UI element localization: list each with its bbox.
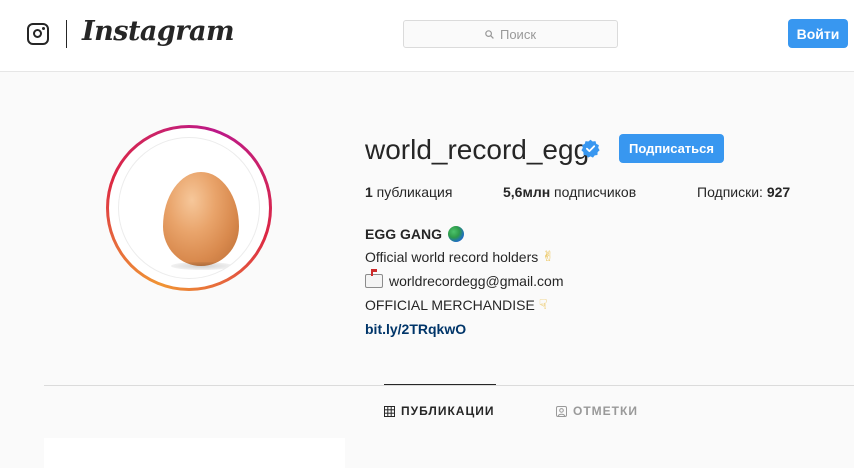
login-button[interactable]: Войти (788, 19, 848, 48)
followers-label: подписчиков (550, 184, 637, 200)
bio-name-text: EGG GANG (365, 226, 443, 242)
posts-count-stat: 1 публикация (365, 184, 452, 200)
following-label: Подписки: (697, 184, 767, 200)
profile-avatar-ring[interactable] (106, 125, 272, 291)
tab-posts[interactable]: ПУБЛИКАЦИИ (384, 404, 494, 418)
followers-stat[interactable]: 5,6млн подписчиков (503, 184, 636, 200)
following-count: 927 (766, 184, 791, 200)
victory-hand-icon: ✌ (542, 249, 554, 265)
search-icon (485, 29, 494, 39)
avatar-gap (109, 128, 269, 288)
profile-username: world_record_egg (365, 134, 590, 165)
verified-badge-icon (581, 139, 600, 158)
mailbox-icon (365, 269, 383, 288)
instagram-wordmark[interactable]: Instagram (82, 16, 235, 47)
followers-count: 5,6млн (503, 184, 551, 200)
tabs-divider (44, 385, 854, 386)
egg-photo (163, 172, 239, 266)
posts-count: 1 (365, 184, 373, 200)
search-placeholder: Поиск (499, 26, 537, 42)
globe-icon (448, 226, 465, 242)
bio-email-text: worldrecordegg@gmail.com (389, 273, 564, 289)
bio-website-link[interactable]: bit.ly/2TRqkwO (365, 321, 466, 337)
pointing-down-hand-icon: ☟ (538, 297, 548, 313)
bio-line-3-text: OFFICIAL MERCHANDISE (365, 297, 535, 313)
tab-tagged-label: ОТМЕТКИ (573, 404, 638, 418)
post-thumbnail[interactable] (44, 438, 345, 468)
bio-full-name: EGG GANG (365, 226, 465, 242)
bio-line-3: OFFICIAL MERCHANDISE ☟ (365, 297, 547, 313)
bio-line-2: worldrecordegg@gmail.com (365, 269, 564, 289)
grid-icon (384, 405, 401, 417)
tab-posts-label: ПУБЛИКАЦИИ (401, 404, 495, 418)
top-navigation-bar: Instagram Поиск Войти (0, 0, 854, 72)
logo-divider (66, 20, 67, 48)
egg-shadow (171, 262, 233, 270)
following-stat[interactable]: Подписки: 927 (697, 184, 790, 200)
tagged-user-icon (556, 405, 573, 417)
posts-label: публикация (372, 184, 453, 200)
instagram-camera-icon[interactable] (27, 23, 49, 45)
avatar[interactable] (118, 137, 260, 279)
search-input[interactable]: Поиск (403, 20, 618, 48)
follow-button[interactable]: Подписаться (619, 134, 724, 163)
bio-line-1: Official world record holders ✌ (365, 249, 554, 265)
bio-line-1-text: Official world record holders (365, 249, 539, 265)
tab-tagged[interactable]: ОТМЕТКИ (556, 404, 638, 418)
active-tab-indicator (384, 384, 496, 385)
